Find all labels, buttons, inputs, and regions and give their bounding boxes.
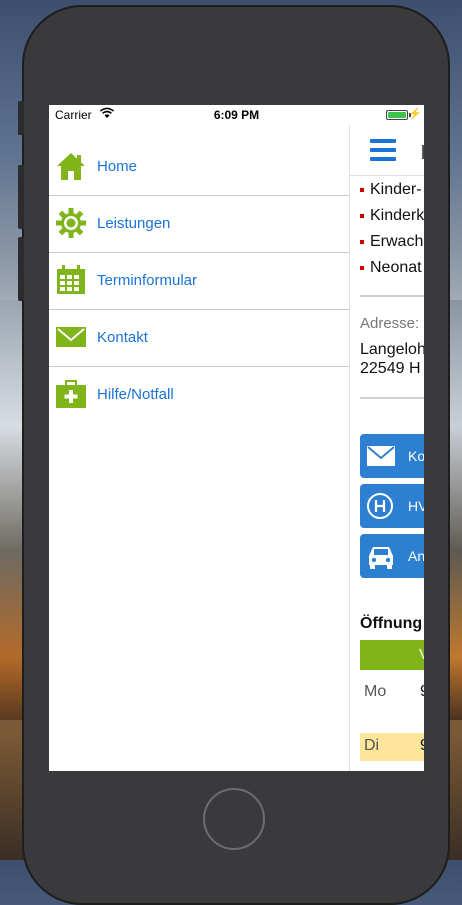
menu-item-label: Kontakt xyxy=(97,329,148,346)
mute-switch xyxy=(18,101,24,135)
table-row: Di9 xyxy=(360,733,424,761)
volume-up-button xyxy=(18,165,24,229)
table-row: Mo9 xyxy=(364,683,424,700)
side-menu: Home Leistungen Terminformular Kontakt H… xyxy=(49,139,349,423)
car-icon xyxy=(366,542,396,570)
contact-button-label: Ko xyxy=(408,448,424,464)
address-street: Langeloh xyxy=(360,341,424,358)
menu-item-terminformular[interactable]: Terminformular xyxy=(49,253,349,310)
menu-item-label: Leistungen xyxy=(97,215,171,232)
menu-item-label: Terminformular xyxy=(97,272,198,289)
menu-item-home[interactable]: Home xyxy=(49,139,349,196)
address-city: 22549 H xyxy=(360,360,421,377)
app-screen: Carrier 6:09 PM ⚡ Home Leistungen Termin… xyxy=(49,105,424,771)
clock: 6:09 PM xyxy=(213,108,260,122)
hamburger-icon[interactable] xyxy=(370,139,396,161)
directions-button[interactable]: An xyxy=(360,534,424,578)
menu-item-kontakt[interactable]: Kontakt xyxy=(49,310,349,367)
menu-item-label: Home xyxy=(97,158,138,175)
list-item: Kinderk xyxy=(360,207,424,233)
first-aid-kit-icon xyxy=(56,379,86,409)
divider xyxy=(360,397,424,399)
opening-hours-title: Öffnung xyxy=(360,615,423,632)
gear-icon xyxy=(56,208,86,238)
hours-header-text: V xyxy=(419,646,424,663)
menu-item-hilfe-notfall[interactable]: Hilfe/Notfall xyxy=(49,367,349,423)
title-edge xyxy=(422,145,424,159)
battery-icon xyxy=(386,110,408,120)
main-content-panel[interactable]: Kinder- Kinderk Erwach Neonat Adresse: L… xyxy=(349,125,424,771)
list-item: Neonat xyxy=(360,259,424,285)
nav-divider xyxy=(350,175,424,176)
status-bar: Carrier 6:09 PM ⚡ xyxy=(49,105,424,125)
home-icon xyxy=(56,151,86,181)
home-button[interactable] xyxy=(203,788,265,850)
list-item: Erwach xyxy=(360,233,424,259)
transit-button[interactable]: HV xyxy=(360,484,424,528)
transit-button-label: HV xyxy=(408,498,424,514)
hours-header-bar: V xyxy=(360,640,424,670)
menu-item-leistungen[interactable]: Leistungen xyxy=(49,196,349,253)
calendar-icon xyxy=(56,265,86,295)
volume-down-button xyxy=(18,237,24,301)
divider xyxy=(360,295,424,297)
envelope-icon xyxy=(366,442,396,470)
service-list: Kinder- Kinderk Erwach Neonat xyxy=(360,181,424,285)
bus-stop-icon xyxy=(366,492,396,520)
list-item: Kinder- xyxy=(360,181,424,207)
menu-item-label: Hilfe/Notfall xyxy=(97,386,174,403)
address-label: Adresse: xyxy=(360,315,420,332)
contact-button[interactable]: Ko xyxy=(360,434,424,478)
envelope-icon xyxy=(56,322,86,352)
charging-bolt-icon: ⚡ xyxy=(408,108,422,120)
directions-button-label: An xyxy=(408,548,424,564)
